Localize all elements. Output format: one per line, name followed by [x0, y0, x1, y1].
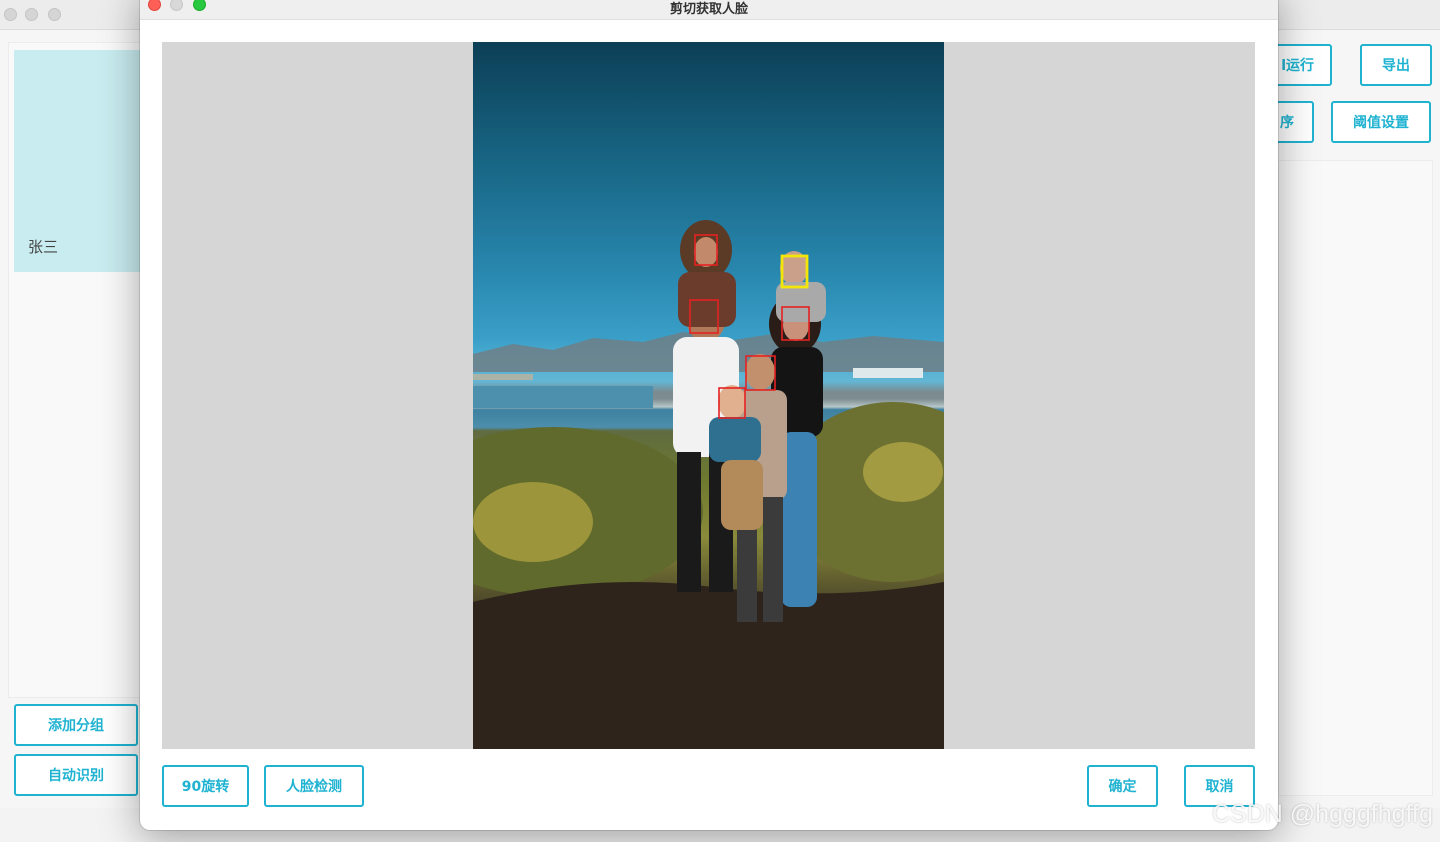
add-group-button[interactable]: 添加分组	[14, 704, 138, 746]
group-name-label: 张三	[28, 238, 59, 256]
confirm-button[interactable]: 确定	[1087, 765, 1158, 807]
minimize-icon[interactable]	[25, 8, 38, 21]
close-icon[interactable]	[4, 8, 17, 21]
image-canvas[interactable]	[162, 42, 1255, 749]
dialog-title: 剪切获取人脸	[669, 2, 748, 17]
family-photo[interactable]	[473, 42, 944, 749]
crop-face-dialog: 剪切获取人脸 90旋转 人脸检测 确定 取消	[140, 0, 1278, 830]
export-button[interactable]: 导出	[1360, 44, 1432, 86]
auto-recognize-button[interactable]: 自动识别	[14, 754, 138, 796]
rotate-90-button[interactable]: 90旋转	[162, 765, 249, 807]
dialog-titlebar: 剪切获取人脸	[140, 0, 1278, 20]
threshold-settings-button[interactable]: 阈值设置	[1331, 101, 1431, 143]
csdn-watermark: CSDN @hgggfhgffg	[1212, 800, 1433, 828]
result-panel	[1278, 160, 1433, 796]
photo-illustration	[473, 220, 944, 749]
face-detect-button[interactable]: 人脸检测	[264, 765, 364, 807]
zoom-icon[interactable]	[48, 8, 61, 21]
